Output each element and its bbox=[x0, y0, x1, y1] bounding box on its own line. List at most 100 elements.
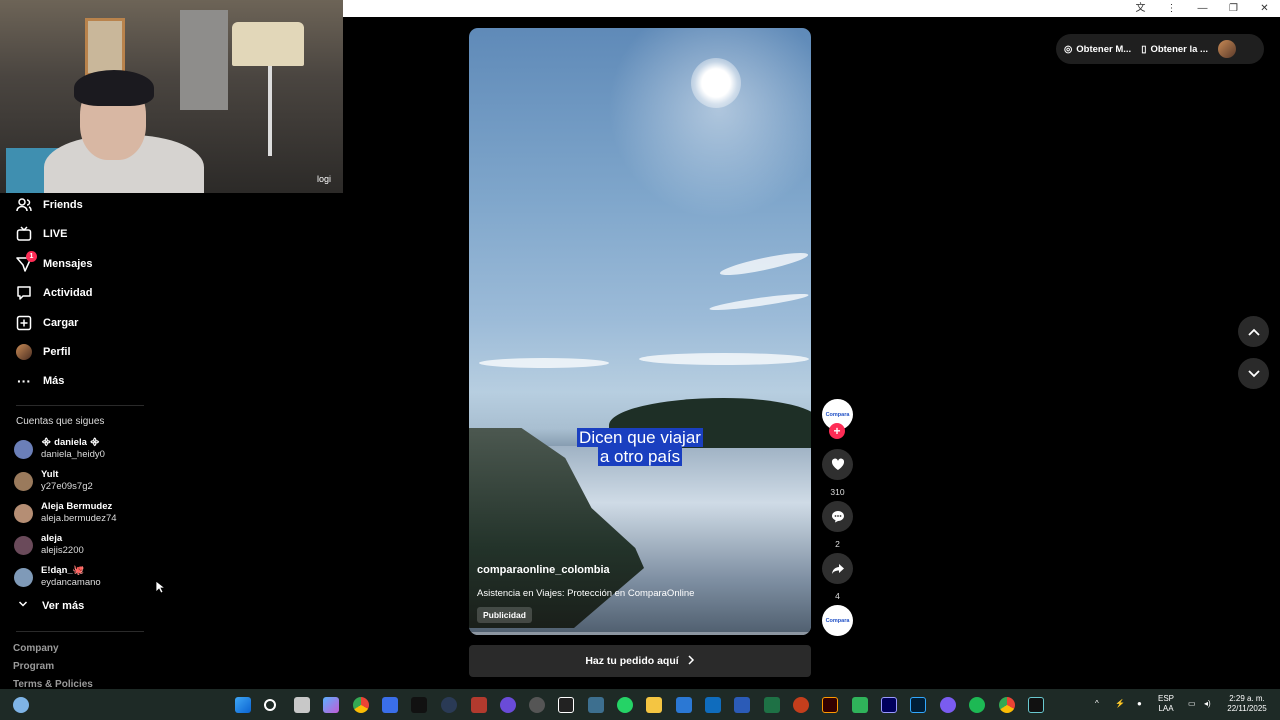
word-icon[interactable] bbox=[734, 697, 750, 713]
tray-chevron-icon[interactable]: ^ bbox=[1095, 699, 1099, 709]
ad-tag: Publicidad bbox=[477, 607, 532, 623]
sidebar-item-live[interactable]: LIVE bbox=[16, 222, 67, 246]
restore-button[interactable]: ❐ bbox=[1218, 0, 1249, 17]
chevron-down-icon bbox=[1247, 369, 1260, 377]
folder-icon[interactable] bbox=[646, 697, 662, 713]
divider bbox=[16, 631, 144, 632]
chevron-right-icon bbox=[687, 654, 695, 668]
chrome-icon[interactable] bbox=[353, 697, 369, 713]
mail-icon[interactable] bbox=[676, 697, 692, 713]
live-icon bbox=[16, 226, 32, 242]
cloud bbox=[479, 358, 609, 368]
excel-icon[interactable] bbox=[764, 697, 780, 713]
store-icon[interactable] bbox=[382, 697, 398, 713]
account-handle: alejis2200 bbox=[41, 545, 84, 556]
powerpoint-icon[interactable] bbox=[793, 697, 809, 713]
language-indicator[interactable]: ESP LAA bbox=[1158, 694, 1174, 714]
followed-account[interactable]: E!dąn_🐙 eydancamano bbox=[14, 565, 101, 589]
account-handle: eydancamano bbox=[41, 577, 101, 588]
follow-plus-icon[interactable]: + bbox=[829, 423, 845, 439]
webcam-lamp bbox=[232, 22, 304, 66]
followed-account[interactable]: Aleja Bermudez aleja.bermudez74 bbox=[14, 501, 117, 525]
network-icon[interactable]: ⚡ bbox=[1115, 699, 1125, 709]
video-player[interactable]: Dicen que viajar a otro país comparaonli… bbox=[469, 28, 811, 635]
account-avatar bbox=[14, 503, 33, 523]
minimize-button[interactable]: — bbox=[1187, 0, 1218, 17]
share-button[interactable] bbox=[822, 553, 853, 584]
video-progress-bar[interactable] bbox=[469, 632, 811, 635]
github-icon[interactable] bbox=[529, 697, 545, 713]
sidebar-item-messages[interactable]: 1 Mensajes bbox=[16, 251, 93, 276]
sidebar-item-activity[interactable]: Actividad bbox=[16, 281, 93, 305]
clock[interactable]: 2:29 a. m. 22/11/2025 bbox=[1224, 694, 1270, 714]
get-mobile-button[interactable]: ◎ Obtener M... bbox=[1064, 44, 1131, 55]
share-count: 4 bbox=[835, 591, 840, 601]
caption-line-1: Dicen que viajar bbox=[577, 428, 703, 447]
comment-action[interactable]: 2 bbox=[822, 501, 853, 549]
copilot-icon[interactable] bbox=[323, 697, 339, 713]
whatsapp-icon[interactable] bbox=[617, 697, 633, 713]
upload-icon bbox=[16, 315, 32, 331]
sidebar-item-friends[interactable]: Friends bbox=[16, 193, 83, 217]
cloud bbox=[718, 248, 810, 280]
account-name: ᯽ daniela ᯽ bbox=[41, 437, 101, 448]
close-button[interactable]: ✕ bbox=[1249, 0, 1280, 17]
search-icon[interactable] bbox=[264, 699, 276, 711]
sidebar-item-label: LIVE bbox=[43, 228, 68, 240]
cta-button[interactable]: Haz tu pedido aquí bbox=[469, 645, 811, 677]
chrome-icon[interactable] bbox=[999, 697, 1015, 713]
music-disc[interactable]: Compara bbox=[822, 605, 853, 636]
app-icon[interactable] bbox=[500, 697, 516, 713]
friends-icon bbox=[16, 197, 32, 213]
webcam-door bbox=[180, 10, 228, 110]
start-icon[interactable] bbox=[235, 697, 251, 713]
taskbar bbox=[0, 689, 1280, 720]
weather-icon[interactable] bbox=[13, 697, 29, 713]
following-title: Cuentas que sigues bbox=[16, 416, 105, 427]
next-video-button[interactable] bbox=[1238, 358, 1269, 389]
tiktok-icon[interactable] bbox=[1028, 697, 1044, 713]
see-more-button[interactable]: Ver más bbox=[18, 599, 84, 612]
cloud bbox=[639, 353, 809, 365]
display-icon[interactable]: ▭ bbox=[1188, 699, 1196, 709]
comment-button[interactable] bbox=[822, 501, 853, 532]
illustrator-icon[interactable] bbox=[822, 697, 838, 713]
followed-account[interactable]: Yult y27e09s7g2 bbox=[14, 469, 93, 493]
capcut-icon[interactable] bbox=[558, 697, 574, 713]
task-view-icon[interactable] bbox=[294, 697, 310, 713]
spotify-icon[interactable] bbox=[969, 697, 985, 713]
audition-icon[interactable] bbox=[881, 697, 897, 713]
tiktok-icon[interactable] bbox=[411, 697, 427, 713]
microphone-icon[interactable]: ● bbox=[1137, 699, 1142, 709]
compass-icon: ◎ bbox=[1064, 43, 1073, 55]
like-action[interactable]: 310 bbox=[822, 449, 853, 497]
volume-icon[interactable]: ◂) bbox=[1204, 699, 1211, 709]
like-button[interactable] bbox=[822, 449, 853, 480]
app-icon[interactable] bbox=[588, 697, 604, 713]
footer-link-program[interactable]: Program bbox=[13, 661, 54, 672]
speedtest-icon[interactable] bbox=[441, 697, 457, 713]
comment-count: 2 bbox=[835, 539, 840, 549]
user-avatar[interactable] bbox=[1217, 40, 1236, 58]
webcam-lamp-pole bbox=[268, 66, 272, 156]
sidebar-item-more[interactable]: ··· Más bbox=[16, 369, 64, 393]
messages-icon: 1 bbox=[16, 251, 37, 272]
activity-icon bbox=[16, 285, 32, 301]
get-app-button[interactable]: ▯ Obtener la ... bbox=[1141, 44, 1208, 55]
outlook-icon[interactable] bbox=[705, 697, 721, 713]
followed-account[interactable]: ᯽ daniela ᯽ daniela_heidy0 bbox=[14, 437, 105, 461]
followed-account[interactable]: aleja alejis2200 bbox=[14, 533, 84, 557]
translate-icon[interactable]: 文 bbox=[1125, 0, 1156, 17]
previous-video-button[interactable] bbox=[1238, 316, 1269, 347]
more-options-icon[interactable]: ⋮ bbox=[1156, 0, 1187, 17]
app-icon[interactable] bbox=[852, 697, 868, 713]
footer-link-company[interactable]: Company bbox=[13, 643, 59, 654]
account-handle: aleja.bermudez74 bbox=[41, 513, 117, 524]
video-author[interactable]: comparaonline_colombia bbox=[477, 564, 610, 576]
sidebar-item-profile[interactable]: Perfil bbox=[16, 340, 71, 364]
game-icon[interactable] bbox=[471, 697, 487, 713]
share-action[interactable]: 4 bbox=[822, 553, 853, 601]
photoshop-icon[interactable] bbox=[910, 697, 926, 713]
sidebar-item-upload[interactable]: Cargar bbox=[16, 311, 78, 335]
app-icon[interactable] bbox=[940, 697, 956, 713]
